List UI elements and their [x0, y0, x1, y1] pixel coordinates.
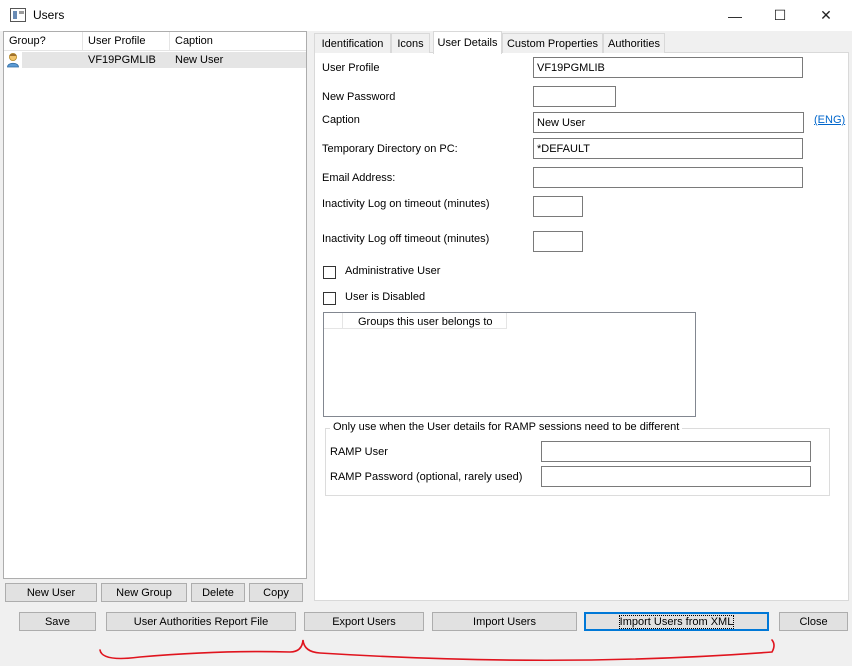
red-annotation-brace	[99, 639, 775, 662]
tab-user-details[interactable]: User Details	[433, 31, 502, 54]
